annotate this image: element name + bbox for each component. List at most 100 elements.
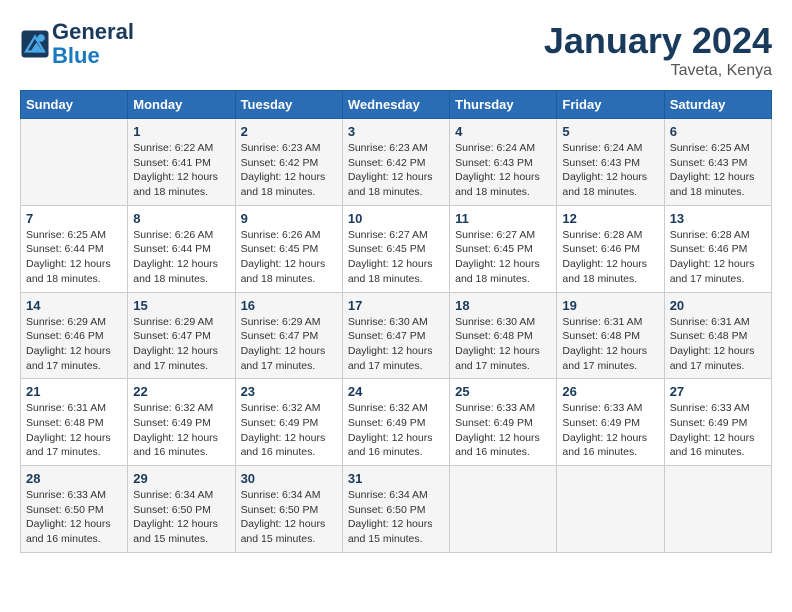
calendar-cell: 1 Sunrise: 6:22 AM Sunset: 6:41 PM Daylig…	[128, 119, 235, 206]
day-number: 28	[26, 471, 122, 486]
calendar-cell: 24 Sunrise: 6:32 AM Sunset: 6:49 PM Dayli…	[342, 379, 449, 466]
title-block: January 2024 Taveta, Kenya	[544, 20, 772, 80]
day-detail: Sunrise: 6:26 AM Sunset: 6:44 PM Dayligh…	[133, 228, 229, 287]
day-detail: Sunrise: 6:31 AM Sunset: 6:48 PM Dayligh…	[670, 315, 766, 374]
day-detail: Sunrise: 6:30 AM Sunset: 6:48 PM Dayligh…	[455, 315, 551, 374]
day-number: 12	[562, 211, 658, 226]
day-detail: Sunrise: 6:23 AM Sunset: 6:42 PM Dayligh…	[348, 141, 444, 200]
calendar-cell: 22 Sunrise: 6:32 AM Sunset: 6:49 PM Dayli…	[128, 379, 235, 466]
column-header-wednesday: Wednesday	[342, 91, 449, 119]
day-number: 4	[455, 124, 551, 139]
day-number: 17	[348, 298, 444, 313]
week-row-5: 28 Sunrise: 6:33 AM Sunset: 6:50 PM Dayli…	[21, 466, 772, 553]
day-number: 29	[133, 471, 229, 486]
day-detail: Sunrise: 6:33 AM Sunset: 6:50 PM Dayligh…	[26, 488, 122, 547]
day-number: 10	[348, 211, 444, 226]
day-number: 8	[133, 211, 229, 226]
location-subtitle: Taveta, Kenya	[544, 62, 772, 80]
calendar-cell: 6Sunrise: 6:25 AM Sunset: 6:43 PM Daylig…	[664, 119, 771, 206]
day-detail: Sunrise: 6:22 AM Sunset: 6:41 PM Dayligh…	[133, 141, 229, 200]
column-header-tuesday: Tuesday	[235, 91, 342, 119]
week-row-4: 21 Sunrise: 6:31 AM Sunset: 6:48 PM Dayli…	[21, 379, 772, 466]
calendar-table: SundayMondayTuesdayWednesdayThursdayFrid…	[20, 90, 772, 553]
day-number: 30	[241, 471, 337, 486]
day-detail: Sunrise: 6:30 AM Sunset: 6:47 PM Dayligh…	[348, 315, 444, 374]
day-number: 24	[348, 384, 444, 399]
day-detail: Sunrise: 6:25 AM Sunset: 6:44 PM Dayligh…	[26, 228, 122, 287]
calendar-cell: 11Sunrise: 6:27 AM Sunset: 6:45 PM Dayli…	[450, 205, 557, 292]
day-number: 20	[670, 298, 766, 313]
day-detail: Sunrise: 6:29 AM Sunset: 6:47 PM Dayligh…	[133, 315, 229, 374]
day-number: 21	[26, 384, 122, 399]
calendar-cell: 9 Sunrise: 6:26 AM Sunset: 6:45 PM Daylig…	[235, 205, 342, 292]
calendar-cell	[21, 119, 128, 206]
calendar-cell: 31 Sunrise: 6:34 AM Sunset: 6:50 PM Dayli…	[342, 466, 449, 553]
day-number: 16	[241, 298, 337, 313]
day-detail: Sunrise: 6:31 AM Sunset: 6:48 PM Dayligh…	[562, 315, 658, 374]
day-number: 22	[133, 384, 229, 399]
day-detail: Sunrise: 6:27 AM Sunset: 6:45 PM Dayligh…	[348, 228, 444, 287]
calendar-cell: 14 Sunrise: 6:29 AM Sunset: 6:46 PM Dayli…	[21, 292, 128, 379]
calendar-cell: 29 Sunrise: 6:34 AM Sunset: 6:50 PM Dayli…	[128, 466, 235, 553]
day-number: 26	[562, 384, 658, 399]
day-number: 31	[348, 471, 444, 486]
day-detail: Sunrise: 6:26 AM Sunset: 6:45 PM Dayligh…	[241, 228, 337, 287]
calendar-cell: 18Sunrise: 6:30 AM Sunset: 6:48 PM Dayli…	[450, 292, 557, 379]
calendar-cell: 2Sunrise: 6:23 AM Sunset: 6:42 PM Daylig…	[235, 119, 342, 206]
calendar-header-row: SundayMondayTuesdayWednesdayThursdayFrid…	[21, 91, 772, 119]
column-header-sunday: Sunday	[21, 91, 128, 119]
calendar-cell: 28 Sunrise: 6:33 AM Sunset: 6:50 PM Dayli…	[21, 466, 128, 553]
day-detail: Sunrise: 6:28 AM Sunset: 6:46 PM Dayligh…	[670, 228, 766, 287]
calendar-cell: 13 Sunrise: 6:28 AM Sunset: 6:46 PM Dayli…	[664, 205, 771, 292]
day-number: 1	[133, 124, 229, 139]
calendar-body: 1 Sunrise: 6:22 AM Sunset: 6:41 PM Daylig…	[21, 119, 772, 553]
day-number: 15	[133, 298, 229, 313]
calendar-cell: 21 Sunrise: 6:31 AM Sunset: 6:48 PM Dayli…	[21, 379, 128, 466]
day-number: 27	[670, 384, 766, 399]
day-detail: Sunrise: 6:24 AM Sunset: 6:43 PM Dayligh…	[562, 141, 658, 200]
calendar-cell: 3 Sunrise: 6:23 AM Sunset: 6:42 PM Daylig…	[342, 119, 449, 206]
day-number: 3	[348, 124, 444, 139]
day-number: 9	[241, 211, 337, 226]
day-number: 19	[562, 298, 658, 313]
day-detail: Sunrise: 6:29 AM Sunset: 6:47 PM Dayligh…	[241, 315, 337, 374]
day-number: 23	[241, 384, 337, 399]
week-row-2: 7Sunrise: 6:25 AM Sunset: 6:44 PM Daylig…	[21, 205, 772, 292]
calendar-cell: 16 Sunrise: 6:29 AM Sunset: 6:47 PM Dayli…	[235, 292, 342, 379]
week-row-3: 14 Sunrise: 6:29 AM Sunset: 6:46 PM Dayli…	[21, 292, 772, 379]
day-detail: Sunrise: 6:27 AM Sunset: 6:45 PM Dayligh…	[455, 228, 551, 287]
day-detail: Sunrise: 6:25 AM Sunset: 6:43 PM Dayligh…	[670, 141, 766, 200]
calendar-cell: 27 Sunrise: 6:33 AM Sunset: 6:49 PM Dayli…	[664, 379, 771, 466]
calendar-cell: 15 Sunrise: 6:29 AM Sunset: 6:47 PM Dayli…	[128, 292, 235, 379]
day-number: 14	[26, 298, 122, 313]
column-header-monday: Monday	[128, 91, 235, 119]
calendar-cell: 10 Sunrise: 6:27 AM Sunset: 6:45 PM Dayli…	[342, 205, 449, 292]
calendar-cell: 25Sunrise: 6:33 AM Sunset: 6:49 PM Dayli…	[450, 379, 557, 466]
calendar-cell: 26 Sunrise: 6:33 AM Sunset: 6:49 PM Dayli…	[557, 379, 664, 466]
day-number: 5	[562, 124, 658, 139]
calendar-cell: 8 Sunrise: 6:26 AM Sunset: 6:44 PM Daylig…	[128, 205, 235, 292]
day-detail: Sunrise: 6:32 AM Sunset: 6:49 PM Dayligh…	[133, 401, 229, 460]
day-detail: Sunrise: 6:33 AM Sunset: 6:49 PM Dayligh…	[562, 401, 658, 460]
day-detail: Sunrise: 6:34 AM Sunset: 6:50 PM Dayligh…	[133, 488, 229, 547]
calendar-cell: 23 Sunrise: 6:32 AM Sunset: 6:49 PM Dayli…	[235, 379, 342, 466]
calendar-cell: 12Sunrise: 6:28 AM Sunset: 6:46 PM Dayli…	[557, 205, 664, 292]
calendar-cell	[450, 466, 557, 553]
column-header-thursday: Thursday	[450, 91, 557, 119]
logo: General Blue	[20, 20, 134, 68]
day-number: 13	[670, 211, 766, 226]
column-header-saturday: Saturday	[664, 91, 771, 119]
day-detail: Sunrise: 6:32 AM Sunset: 6:49 PM Dayligh…	[348, 401, 444, 460]
calendar-cell: 30Sunrise: 6:34 AM Sunset: 6:50 PM Dayli…	[235, 466, 342, 553]
day-detail: Sunrise: 6:33 AM Sunset: 6:49 PM Dayligh…	[455, 401, 551, 460]
day-detail: Sunrise: 6:33 AM Sunset: 6:49 PM Dayligh…	[670, 401, 766, 460]
calendar-cell: 17 Sunrise: 6:30 AM Sunset: 6:47 PM Dayli…	[342, 292, 449, 379]
logo-text: General Blue	[52, 20, 134, 68]
calendar-cell: 7Sunrise: 6:25 AM Sunset: 6:44 PM Daylig…	[21, 205, 128, 292]
calendar-cell: 20 Sunrise: 6:31 AM Sunset: 6:48 PM Dayli…	[664, 292, 771, 379]
day-detail: Sunrise: 6:31 AM Sunset: 6:48 PM Dayligh…	[26, 401, 122, 460]
day-detail: Sunrise: 6:34 AM Sunset: 6:50 PM Dayligh…	[348, 488, 444, 547]
day-detail: Sunrise: 6:29 AM Sunset: 6:46 PM Dayligh…	[26, 315, 122, 374]
day-detail: Sunrise: 6:32 AM Sunset: 6:49 PM Dayligh…	[241, 401, 337, 460]
page-header: General Blue January 2024 Taveta, Kenya	[20, 20, 772, 80]
